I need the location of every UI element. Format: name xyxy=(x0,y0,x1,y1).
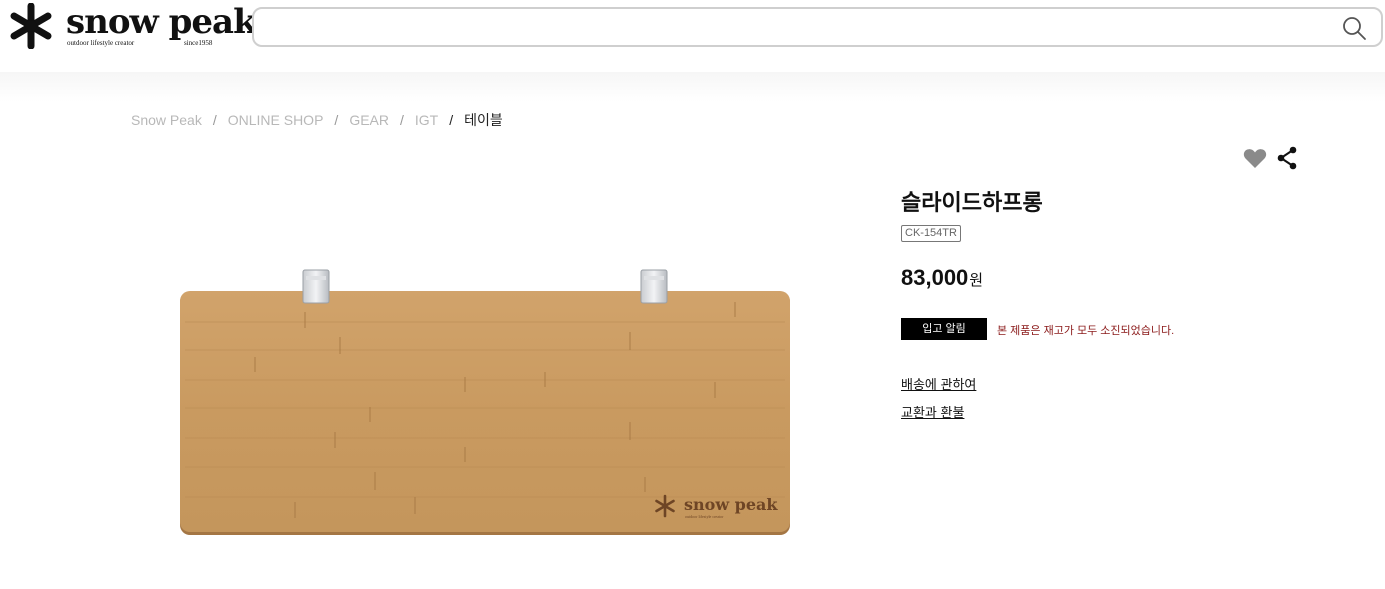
breadcrumb-item-online-shop[interactable]: ONLINE SHOP xyxy=(228,112,324,128)
breadcrumb-separator: / xyxy=(449,112,454,128)
breadcrumb-item-gear[interactable]: GEAR xyxy=(349,112,389,128)
snow-peak-logo[interactable]: snow peak outdoor lifestyle creator sinc… xyxy=(8,2,257,55)
product-image: snow peak outdoor lifestyle creator xyxy=(180,269,790,535)
restock-alert-button[interactable]: 입고 알림 xyxy=(901,318,987,340)
heart-icon[interactable] xyxy=(1243,147,1267,169)
logo-since: since1958 xyxy=(184,39,213,47)
sold-out-message: 본 제품은 재고가 모두 소진되었습니다. xyxy=(997,325,1175,337)
breadcrumb: Snow Peak / ONLINE SHOP / GEAR / IGT / 테이블 xyxy=(131,110,503,130)
breadcrumb-item-igt[interactable]: IGT xyxy=(415,112,438,128)
product-actions xyxy=(1243,146,1303,170)
logo-wordmark: snow peak xyxy=(66,2,257,42)
search-bar xyxy=(252,7,1383,47)
breadcrumb-separator: / xyxy=(334,112,339,128)
breadcrumb-item-snow-peak[interactable]: Snow Peak xyxy=(131,112,202,128)
site-header: snow peak outdoor lifestyle creator sinc… xyxy=(0,0,1385,72)
breadcrumb-current: 테이블 xyxy=(464,112,503,128)
product-code-badge: CK-154TR xyxy=(901,225,961,242)
product-title: 슬라이드하프롱 xyxy=(901,190,1043,215)
shipping-info-link[interactable]: 배송에 관하여 xyxy=(901,374,976,393)
price-currency: 원 xyxy=(969,272,984,289)
engraved-logo-tagline: outdoor lifestyle creator xyxy=(685,514,724,519)
breadcrumb-separator: / xyxy=(212,112,217,128)
header-shadow xyxy=(0,72,1385,102)
price-value: 83,000 xyxy=(901,265,969,290)
product-price: 83,000원 xyxy=(901,265,983,291)
snowflake-logo-icon xyxy=(10,3,52,49)
exchange-refund-link[interactable]: 교환과 환불 xyxy=(901,402,964,421)
logo-tagline: outdoor lifestyle creator xyxy=(67,39,135,47)
search-input[interactable] xyxy=(266,13,1330,43)
search-icon[interactable] xyxy=(1341,15,1367,41)
engraved-logo-wordmark: snow peak xyxy=(684,495,778,514)
breadcrumb-separator: / xyxy=(400,112,404,128)
share-icon[interactable] xyxy=(1276,146,1298,170)
